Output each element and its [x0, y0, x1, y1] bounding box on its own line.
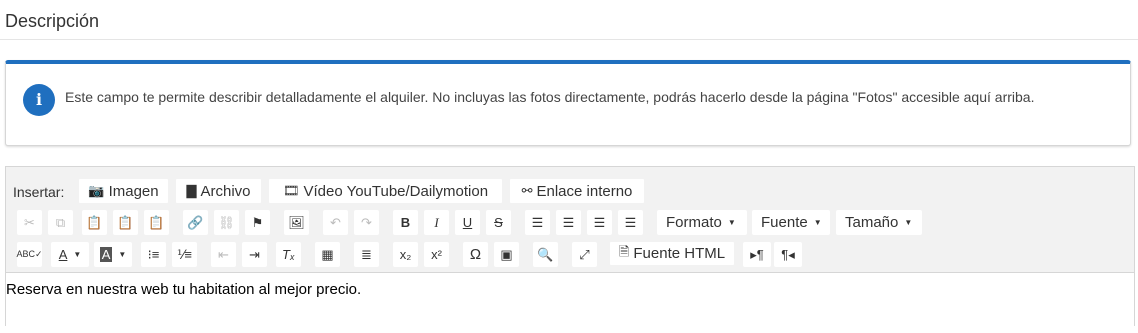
rtl-direction-icon[interactable]: ¶◂	[774, 242, 802, 267]
table-icon[interactable]: ▦	[315, 242, 340, 267]
underline-icon[interactable]: U	[455, 210, 480, 235]
image-icon[interactable]: 🖼	[284, 210, 309, 235]
italic-icon[interactable]: I	[424, 210, 449, 235]
format-dropdown[interactable]: Formato ▼	[657, 210, 747, 235]
file-icon: ▇	[186, 183, 197, 198]
ltr-direction-icon[interactable]: ▸¶	[743, 242, 771, 267]
bold-icon[interactable]: B	[393, 210, 418, 235]
film-icon: 🎞	[282, 183, 300, 198]
maximize-icon[interactable]: ⤢	[572, 242, 597, 267]
paste-word-icon[interactable]: 📋	[144, 210, 169, 235]
numbered-list-icon[interactable]: ⅟≡	[172, 242, 197, 267]
undo-icon[interactable]: ↶	[323, 210, 348, 235]
size-dropdown[interactable]: Tamaño ▼	[836, 210, 922, 235]
align-justify-icon[interactable]: ☰	[618, 210, 643, 235]
text-color-icon[interactable]: A ▼	[51, 242, 89, 267]
chevron-down-icon: ▼	[904, 218, 913, 227]
rich-text-editor: Insertar: 📷 Imagen ▇ Archivo 🎞 Vídeo YouTub…	[5, 166, 1135, 333]
bulleted-list-icon[interactable]: ⁝≡	[141, 242, 166, 267]
special-character-icon[interactable]: Ω	[463, 242, 488, 267]
iframe-icon[interactable]: ▣	[494, 242, 519, 267]
redo-icon[interactable]: ↷	[354, 210, 379, 235]
align-right-icon[interactable]: ☰	[587, 210, 612, 235]
insert-image-button[interactable]: 📷 Imagen	[78, 178, 169, 204]
camera-icon: 📷	[88, 183, 105, 198]
chevron-down-icon: ▼	[727, 218, 736, 227]
anchor-flag-icon[interactable]: ⚑	[245, 210, 270, 235]
paste-text-icon[interactable]: 📋	[113, 210, 138, 235]
unlink-icon[interactable]: ⛓	[214, 210, 239, 235]
spellcheck-icon[interactable]: ABC✓	[16, 242, 43, 267]
superscript-icon[interactable]: x²	[424, 242, 449, 267]
chevron-down-icon: ▼	[813, 218, 822, 227]
subscript-icon[interactable]: x₂	[393, 242, 418, 267]
copy-icon[interactable]: ⧉	[48, 210, 73, 235]
section-title: Descripción	[5, 11, 100, 31]
source-html-button[interactable]: 🗎 Fuente HTML	[609, 241, 735, 266]
strikethrough-icon[interactable]: S	[486, 210, 511, 235]
info-notice: i Este campo te permite describir detall…	[5, 60, 1131, 146]
horizontal-rule-icon[interactable]: ≣	[354, 242, 379, 267]
outdent-icon[interactable]: ⇤	[211, 242, 236, 267]
file-code-icon: 🗎	[618, 243, 630, 259]
insert-label: Insertar:	[13, 184, 65, 200]
background-color-icon[interactable]: A ▼	[94, 242, 132, 267]
preview-icon[interactable]: 🔍	[533, 242, 558, 267]
cut-icon[interactable]: ✂	[17, 210, 42, 235]
insert-link-button[interactable]: ⚯ Enlace interno	[509, 178, 645, 204]
editor-content-text: Reserva en nuestra web tu habitation al …	[6, 281, 362, 298]
info-icon: i	[23, 84, 55, 116]
link-icon[interactable]: 🔗	[183, 210, 208, 235]
link-icon: ⚯	[521, 183, 533, 198]
insert-video-button[interactable]: 🎞 Vídeo YouTube/Dailymotion	[268, 178, 503, 204]
remove-format-icon[interactable]: Tₓ	[276, 242, 301, 267]
indent-icon[interactable]: ⇥	[242, 242, 267, 267]
divider	[0, 39, 1138, 40]
align-left-icon[interactable]: ☰	[525, 210, 550, 235]
notice-text: Este campo te permite describir detallad…	[65, 89, 1035, 105]
align-center-icon[interactable]: ☰	[556, 210, 581, 235]
paste-icon[interactable]: 📋	[82, 210, 107, 235]
font-dropdown[interactable]: Fuente ▼	[752, 210, 830, 235]
insert-file-button[interactable]: ▇ Archivo	[175, 178, 262, 204]
editor-content[interactable]: Reserva en nuestra web tu habitation al …	[6, 272, 1134, 333]
